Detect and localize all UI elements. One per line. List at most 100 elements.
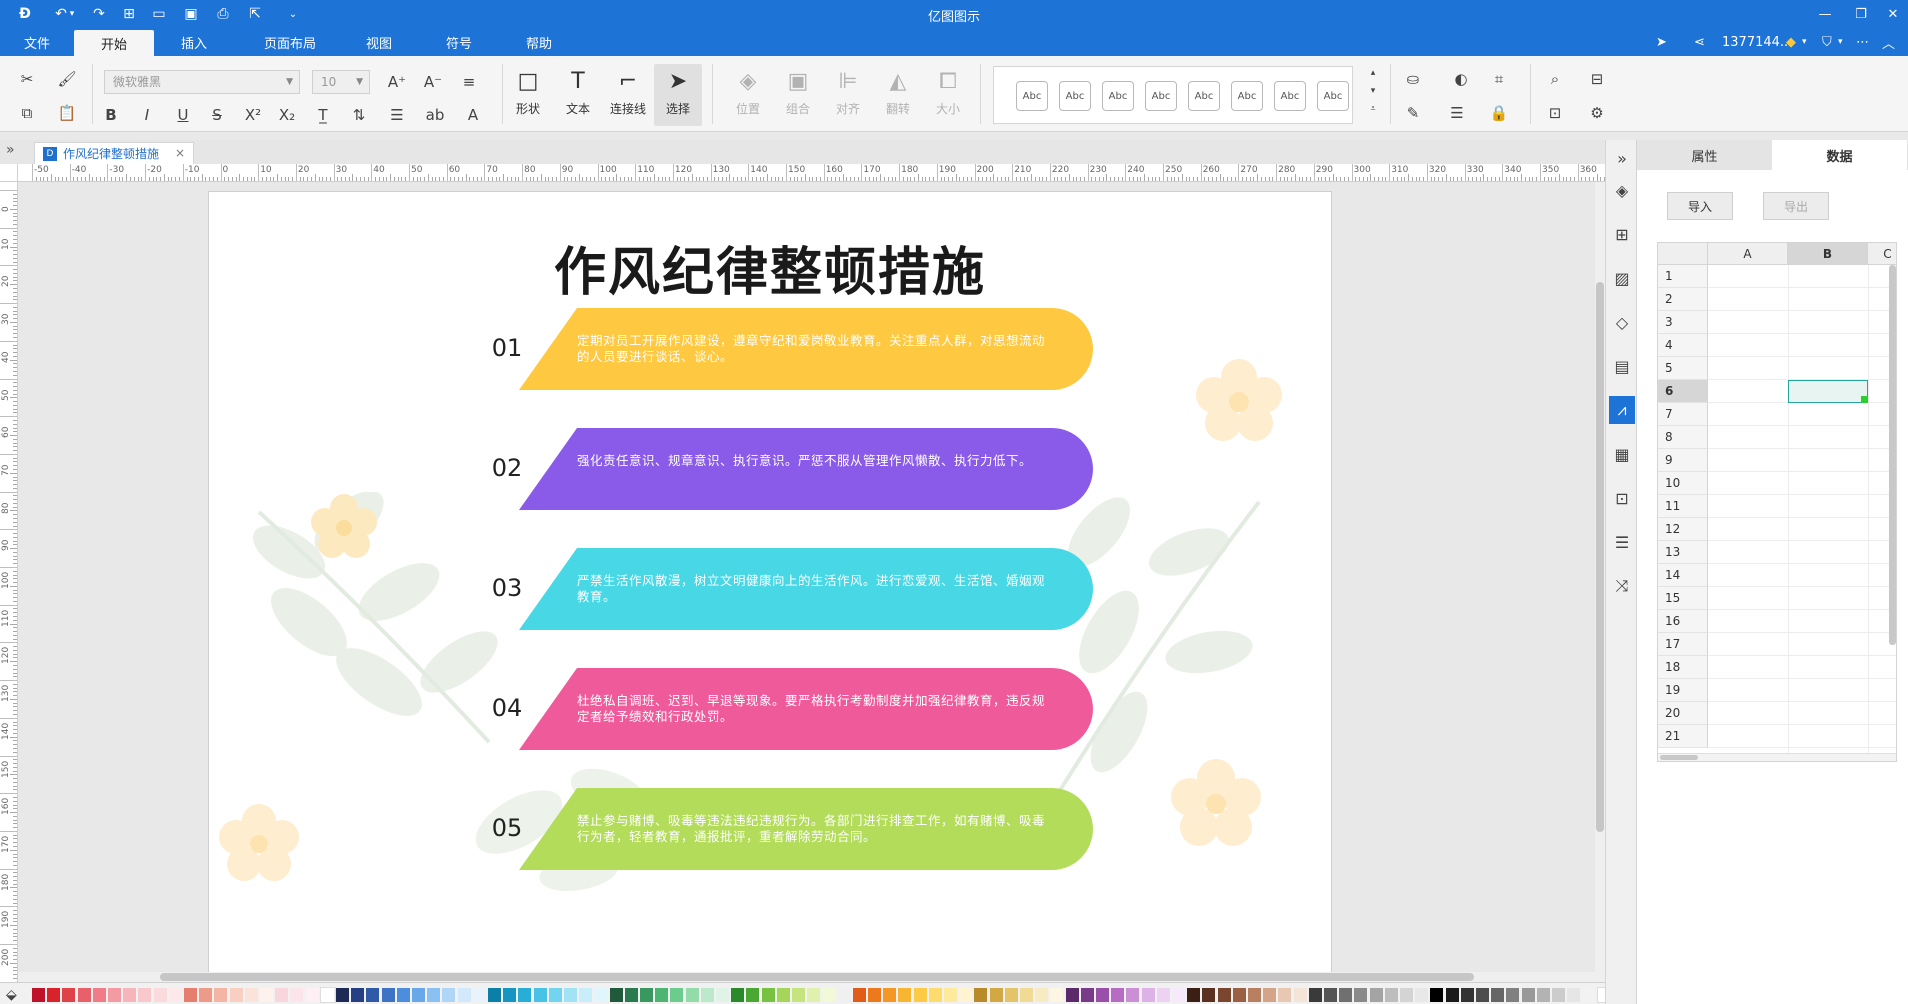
color-swatch[interactable] bbox=[1552, 988, 1566, 1002]
color-swatch[interactable] bbox=[731, 988, 746, 1002]
row-header[interactable]: 20 bbox=[1658, 702, 1708, 725]
color-swatch[interactable] bbox=[1156, 988, 1171, 1002]
item-text[interactable]: 严禁生活作风散漫，树立文明健康向上的生活作风。进行恋爱观、生活馆、婚姻观教育。 bbox=[577, 573, 1057, 605]
item-text[interactable]: 定期对员工开展作风建设，遵章守纪和爱岗敬业教育。关注重点人群，对思想流动的人员要… bbox=[577, 333, 1057, 365]
column-header-a[interactable]: A bbox=[1708, 243, 1788, 265]
import-button[interactable]: 导入 bbox=[1667, 192, 1733, 220]
tab-help[interactable]: 帮助 bbox=[512, 28, 566, 56]
row-header[interactable]: 6 bbox=[1658, 380, 1708, 403]
select-button[interactable]: ➤ 选择 bbox=[654, 64, 702, 126]
color-swatch[interactable] bbox=[184, 988, 198, 1002]
tab-symbol[interactable]: 符号 bbox=[432, 28, 486, 56]
color-swatch[interactable] bbox=[640, 988, 654, 1002]
subscript-icon[interactable]: X₂ bbox=[274, 102, 300, 128]
color-swatch[interactable] bbox=[336, 988, 350, 1002]
connector-button[interactable]: ⌐ 连接线 bbox=[604, 64, 652, 126]
row-header[interactable]: 17 bbox=[1658, 633, 1708, 656]
tab-properties[interactable]: 属性 bbox=[1637, 140, 1772, 170]
tab-page-layout[interactable]: 页面布局 bbox=[250, 28, 330, 56]
color-swatch[interactable] bbox=[1035, 988, 1050, 1002]
color-swatch[interactable] bbox=[32, 988, 46, 1002]
color-swatch[interactable] bbox=[1080, 988, 1095, 1002]
collapse-ribbon-icon[interactable]: ︿ bbox=[1882, 28, 1895, 56]
color-swatch[interactable] bbox=[396, 988, 411, 1002]
color-swatch[interactable] bbox=[1491, 988, 1506, 1002]
color-swatch[interactable] bbox=[1582, 988, 1597, 1002]
superscript-icon[interactable]: X² bbox=[240, 102, 266, 128]
row-header[interactable]: 5 bbox=[1658, 357, 1708, 380]
shuffle-icon[interactable]: ⤨ bbox=[1609, 572, 1635, 600]
expand-icon[interactable]: » bbox=[1609, 144, 1635, 172]
color-swatch[interactable] bbox=[108, 988, 122, 1002]
vertical-scrollbar[interactable] bbox=[1595, 182, 1605, 982]
color-swatch[interactable] bbox=[1278, 988, 1293, 1002]
style-sample[interactable]: Abc bbox=[1145, 81, 1177, 111]
document-tab[interactable]: D 作风纪律整顿措施 × bbox=[34, 142, 194, 164]
color-swatch[interactable] bbox=[1126, 988, 1141, 1002]
row-header[interactable]: 18 bbox=[1658, 656, 1708, 679]
shrink-font-icon[interactable]: A⁻ bbox=[420, 69, 446, 95]
color-swatch[interactable] bbox=[913, 988, 928, 1002]
style-sample[interactable]: Abc bbox=[1188, 81, 1220, 111]
italic-icon[interactable]: I bbox=[134, 102, 160, 128]
color-swatch[interactable] bbox=[123, 988, 138, 1002]
row-header[interactable]: 4 bbox=[1658, 334, 1708, 357]
grow-font-icon[interactable]: A⁺ bbox=[384, 69, 410, 95]
more-icon[interactable]: ⋯ bbox=[1856, 28, 1869, 56]
color-swatch[interactable] bbox=[1050, 988, 1065, 1002]
color-swatch[interactable] bbox=[989, 988, 1004, 1002]
color-swatch[interactable] bbox=[168, 988, 183, 1002]
color-swatch[interactable] bbox=[1111, 988, 1126, 1002]
color-swatch[interactable] bbox=[1536, 988, 1551, 1002]
color-swatch[interactable] bbox=[792, 988, 806, 1002]
row-header[interactable]: 12 bbox=[1658, 518, 1708, 541]
row-header[interactable]: 11 bbox=[1658, 495, 1708, 518]
item-text[interactable]: 杜绝私自调班、迟到、早退等现象。要严格执行考勤制度并加强纪律教育，违反规定者给予… bbox=[577, 693, 1057, 725]
color-swatch[interactable] bbox=[138, 988, 153, 1002]
color-swatch[interactable] bbox=[883, 988, 898, 1002]
color-swatch[interactable] bbox=[442, 988, 457, 1002]
color-swatch[interactable] bbox=[944, 988, 958, 1002]
color-swatch[interactable] bbox=[807, 988, 822, 1002]
menu-file[interactable]: 文件 bbox=[10, 28, 64, 56]
color-swatch[interactable] bbox=[1263, 988, 1278, 1002]
color-swatch[interactable] bbox=[92, 988, 107, 1002]
color-swatch[interactable] bbox=[1476, 988, 1490, 1002]
color-swatch[interactable] bbox=[457, 988, 472, 1002]
gantt-icon[interactable]: ☰ bbox=[1609, 528, 1635, 556]
color-swatch[interactable] bbox=[609, 988, 624, 1002]
color-swatch[interactable] bbox=[260, 988, 274, 1002]
color-swatch[interactable] bbox=[1415, 988, 1430, 1002]
image-icon[interactable]: ▨ bbox=[1609, 264, 1635, 292]
style-sample[interactable]: Abc bbox=[1231, 81, 1263, 111]
export-button[interactable]: 导出 bbox=[1763, 192, 1829, 220]
vertical-ruler[interactable]: 0 10 20 30 40 50 60 70 80 90 100 110 120 130 140 150 160… bbox=[0, 182, 18, 982]
color-swatch[interactable] bbox=[959, 988, 974, 1002]
sheet-scroll-thumb[interactable] bbox=[1889, 265, 1896, 645]
color-swatch[interactable] bbox=[62, 988, 77, 1002]
minimize-icon[interactable]: — bbox=[1810, 4, 1840, 24]
horizontal-scrollbar[interactable] bbox=[18, 972, 1595, 982]
row-header[interactable]: 7 bbox=[1658, 403, 1708, 426]
bold-icon[interactable]: B bbox=[98, 102, 124, 128]
color-swatch[interactable] bbox=[594, 988, 609, 1002]
user-dropdown-icon[interactable]: ▾ bbox=[1802, 28, 1807, 56]
horizontal-ruler[interactable]: -50 -40 -30 -20 -10 0 10 20 30 40 50 60 70 80 90 100 110… bbox=[18, 164, 1605, 182]
close-tab-icon[interactable]: × bbox=[175, 146, 185, 160]
fill-bucket-icon[interactable]: ⛀ bbox=[1400, 66, 1426, 92]
color-swatch[interactable] bbox=[716, 988, 730, 1002]
item-banner[interactable] bbox=[519, 428, 1093, 510]
color-swatch[interactable] bbox=[1460, 988, 1475, 1002]
font-size-select[interactable]: 10 ▼ bbox=[312, 70, 370, 94]
color-swatch[interactable] bbox=[77, 988, 92, 1002]
sheet-corner[interactable] bbox=[1658, 243, 1708, 265]
item-text[interactable]: 禁止参与赌博、吸毒等违法违纪违规行为。各部门进行排查工作，如有赌博、吸毒行为者，… bbox=[577, 813, 1057, 845]
restore-icon[interactable]: ❐ bbox=[1846, 4, 1876, 24]
color-swatch[interactable] bbox=[199, 988, 214, 1002]
color-swatch[interactable] bbox=[472, 988, 487, 1002]
bullet-list-icon[interactable]: ☰ bbox=[384, 102, 410, 128]
row-header[interactable]: 16 bbox=[1658, 610, 1708, 633]
tab-home[interactable]: 开始 bbox=[74, 30, 154, 56]
color-swatch[interactable] bbox=[1172, 988, 1186, 1002]
color-swatch[interactable] bbox=[1400, 988, 1414, 1002]
